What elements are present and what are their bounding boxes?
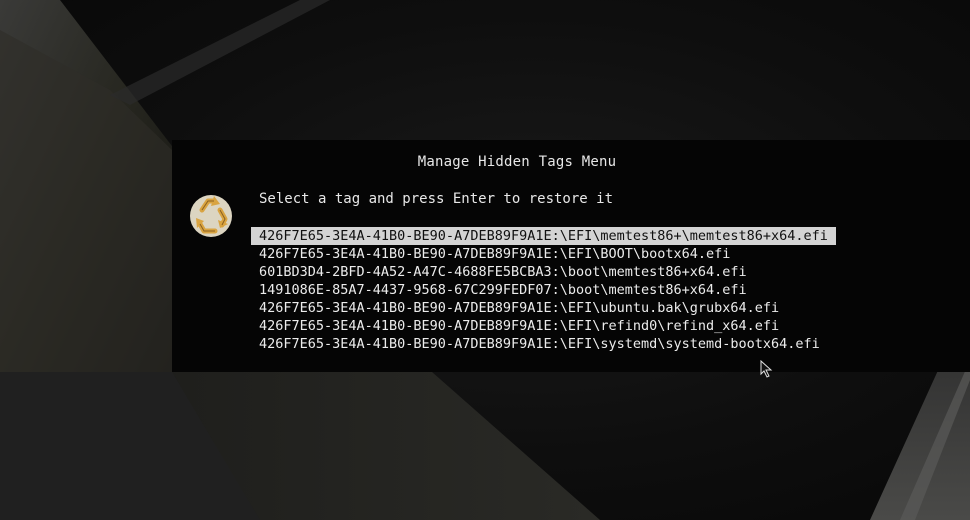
hidden-tag-item[interactable]: 426F7E65-3E4A-41B0-BE90-A7DEB89F9A1E:\EF… (251, 335, 836, 353)
hidden-tag-item[interactable]: 426F7E65-3E4A-41B0-BE90-A7DEB89F9A1E:\EF… (251, 299, 836, 317)
hidden-tag-item[interactable]: 1491086E-85A7-4437-9568-67C299FEDF07:\bo… (251, 281, 836, 299)
hidden-tag-item[interactable]: 426F7E65-3E4A-41B0-BE90-A7DEB89F9A1E:\EF… (251, 245, 836, 263)
recycle-restore-icon (190, 195, 232, 237)
hidden-tags-list: 426F7E65-3E4A-41B0-BE90-A7DEB89F9A1E:\EF… (251, 227, 836, 353)
refind-screen: Manage Hidden Tags Menu Select a tag and… (0, 0, 970, 520)
hidden-tag-item[interactable]: 426F7E65-3E4A-41B0-BE90-A7DEB89F9A1E:\EF… (251, 317, 836, 335)
hidden-tag-item[interactable]: 601BD3D4-2BFD-4A52-A47C-4688FE5BCBA3:\bo… (251, 263, 836, 281)
menu-title: Manage Hidden Tags Menu (417, 154, 617, 170)
instruction-prompt: Select a tag and press Enter to restore … (259, 191, 614, 207)
mouse-pointer-icon (760, 360, 773, 378)
hidden-tag-item[interactable]: 426F7E65-3E4A-41B0-BE90-A7DEB89F9A1E:\EF… (251, 227, 836, 245)
